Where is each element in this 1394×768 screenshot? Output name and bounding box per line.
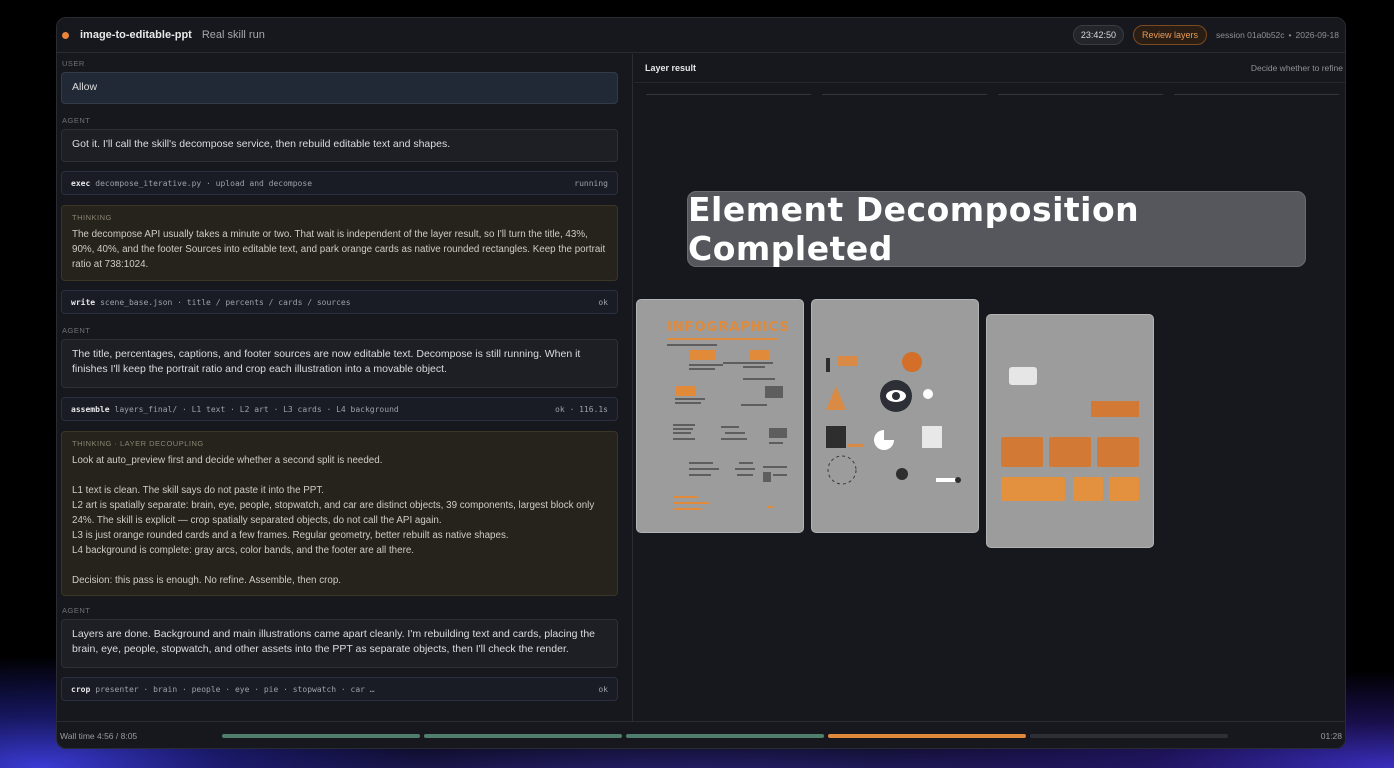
- thinking-spacer: [72, 558, 607, 573]
- thinking-line: L4 background is complete: gray arcs, co…: [72, 545, 414, 556]
- progress-segment-active: [828, 734, 1026, 738]
- session-info: session 01a0b52c • 2026-09-18: [1216, 30, 1339, 40]
- progress-segment-done: [222, 734, 420, 738]
- role-label-agent: AGENT: [62, 606, 91, 615]
- review-layers-button[interactable]: Review layers: [1132, 25, 1207, 45]
- cards-layer-preview: [1001, 367, 1139, 501]
- command-args: decompose_iterative.py · upload and deco…: [95, 178, 313, 188]
- clock-badge: 23:42:50: [1072, 25, 1124, 45]
- progress-segment-done: [424, 734, 622, 738]
- thinking-block-1: THINKING The decompose API usually takes…: [61, 205, 618, 281]
- title-bar-right: 23:42:50 Review layers session 01a0b52c •…: [1072, 25, 1345, 45]
- command-row-exec[interactable]: exec decompose_iterative.py · upload and…: [61, 171, 618, 195]
- conversation-pane[interactable]: USER Allow AGENT Got it. I'll call the s…: [57, 54, 633, 721]
- command-verb: exec: [71, 178, 91, 188]
- thinking-text: The decompose API usually takes a minute…: [72, 229, 606, 270]
- command-status: running: [574, 178, 608, 188]
- text-layer-preview: [667, 338, 787, 510]
- session-separator: •: [1288, 30, 1292, 40]
- command-status: ok: [598, 297, 608, 307]
- decomposition-complete-toast: Element Decomposition Completed: [687, 190, 1306, 268]
- session-id: session 01a0b52c: [1216, 30, 1285, 40]
- status-dot-icon: [62, 31, 69, 39]
- command-row-assemble[interactable]: assemble layers_final/ · L1 text · L2 ar…: [61, 397, 618, 421]
- agent-message-1: Got it. I'll call the skill's decompose …: [61, 129, 618, 162]
- app-name: image-to-editable-ppt: [80, 29, 192, 41]
- title-bar: image-to-editable-ppt Real skill run 23:…: [57, 18, 1345, 53]
- progress-track: [222, 734, 1228, 738]
- status-bar: Wall time 4:56 / 8:05 01:28: [57, 721, 1345, 748]
- command-status: ok · 116.1s: [555, 404, 608, 414]
- command-args: layers_final/ · L1 text · L2 art · L3 ca…: [114, 404, 399, 414]
- progress-segment-done: [626, 734, 824, 738]
- thinking-label: THINKING · LAYER DECOUPLING: [72, 439, 204, 448]
- agent-message-3: Layers are done. Background and main ill…: [61, 619, 618, 668]
- layer-tab-divider: [998, 94, 1163, 95]
- command-verb: assemble: [71, 404, 110, 414]
- command-args: presenter · brain · people · eye · pie ·…: [95, 684, 375, 694]
- thinking-line: Look at auto_preview first and decide wh…: [72, 455, 383, 466]
- user-message: Allow: [61, 72, 618, 104]
- role-label-agent: AGENT: [62, 116, 91, 125]
- art-layer-preview: [826, 352, 961, 485]
- layer-thumbnail-text[interactable]: INFOGRAPHICS: [636, 299, 804, 533]
- layer-thumbnail-cards[interactable]: [986, 314, 1154, 548]
- role-label-user: USER: [62, 59, 85, 68]
- command-verb: write: [71, 297, 96, 307]
- layer-tab-divider: [822, 94, 987, 95]
- app-window: image-to-editable-ppt Real skill run 23:…: [56, 17, 1346, 749]
- command-args: scene_base.json · title / percents / car…: [100, 297, 351, 307]
- progress-segment-pending: [1030, 734, 1228, 738]
- thinking-block-2: THINKING · LAYER DECOUPLING Look at auto…: [61, 431, 618, 596]
- session-date: 2026-09-18: [1295, 30, 1339, 40]
- refine-hint: Decide whether to refine: [1250, 63, 1343, 73]
- thinking-spacer: [72, 468, 607, 483]
- layer-result-title: Layer result: [645, 63, 697, 73]
- layer-thumbnail-art[interactable]: [811, 299, 979, 533]
- command-row-crop[interactable]: crop presenter · brain · people · eye · …: [61, 677, 618, 701]
- command-status: ok: [598, 684, 608, 694]
- thinking-line: L2 art is spatially separate: brain, eye…: [72, 500, 595, 526]
- role-label-agent: AGENT: [62, 326, 91, 335]
- command-verb: crop: [71, 684, 91, 694]
- agent-message-2: The title, percentages, captions, and fo…: [61, 339, 618, 388]
- thinking-line: L3 is just orange rounded cards and a fe…: [72, 530, 509, 541]
- wall-time: Wall time 4:56 / 8:05: [60, 731, 138, 741]
- elapsed-time: 01:28: [1320, 731, 1342, 741]
- layer-result-pane: Layer result Decide whether to refine IN…: [634, 54, 1345, 721]
- thinking-label: THINKING: [72, 213, 112, 222]
- command-row-write[interactable]: write scene_base.json · title / percents…: [61, 290, 618, 314]
- layer-tab-divider: [1174, 94, 1339, 95]
- app-subtitle: Real skill run: [201, 29, 265, 41]
- layer-result-header: Layer result Decide whether to refine: [634, 54, 1345, 83]
- thinking-line: Decision: this pass is enough. No refine…: [72, 575, 342, 586]
- thinking-line: L1 text is clean. The skill says do not …: [72, 485, 324, 496]
- layer-tab-divider: [646, 94, 811, 95]
